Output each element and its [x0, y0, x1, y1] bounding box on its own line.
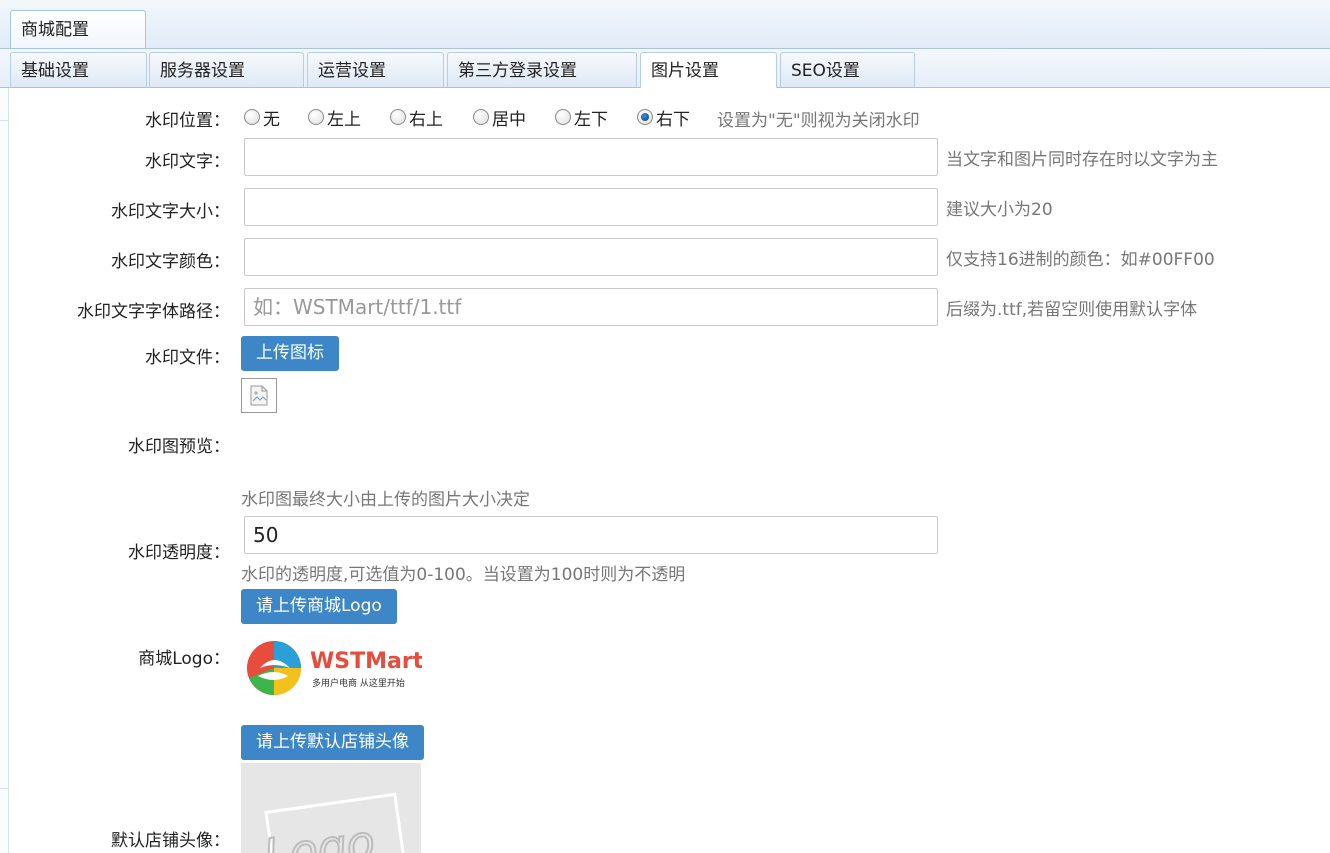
radio-circle-icon [390, 109, 406, 125]
radio-checked-icon [637, 109, 653, 125]
upload-default-avatar-button[interactable]: 请上传默认店铺头像 [241, 725, 424, 760]
settings-tab-bar: 基础设置 服务器设置 运营设置 第三方登录设置 图片设置 SEO设置 [0, 49, 1330, 88]
watermark-text-input[interactable] [244, 138, 938, 176]
radio-bottom-right[interactable]: 右下 [637, 106, 690, 130]
radio-circle-icon [308, 109, 324, 125]
radio-top-right[interactable]: 右上 [390, 106, 443, 130]
mall-logo-image: WSTMart 多用户电商 从这里开始 [244, 638, 424, 700]
tab-mall-config[interactable]: 商城配置 [10, 10, 146, 48]
watermark-position-hint: 设置为"无"则视为关闭水印 [717, 111, 920, 131]
watermark-text-color-hint: 仅支持16进制的颜色：如#00FF00 [946, 250, 1215, 270]
tab-basic-settings[interactable]: 基础设置 [10, 52, 147, 87]
radio-circle-icon [555, 109, 571, 125]
tab-operation-settings[interactable]: 运营设置 [307, 52, 444, 87]
watermark-text-hint: 当文字和图片同时存在时以文字为主 [946, 150, 1218, 170]
watermark-position-label: 水印位置： [145, 111, 230, 131]
left-edge-panel [0, 88, 9, 853]
watermark-preview-label: 水印图预览： [128, 437, 230, 457]
radio-circle-icon [244, 109, 260, 125]
watermark-text-label: 水印文字： [145, 152, 230, 172]
watermark-text-size-input[interactable] [244, 188, 938, 226]
upload-watermark-button[interactable]: 上传图标 [241, 336, 339, 371]
radio-bottom-left[interactable]: 左下 [555, 106, 608, 130]
watermark-opacity-hint: 水印的透明度,可选值为0-100。当设置为100时则为不透明 [241, 565, 686, 585]
tab-third-party-login[interactable]: 第三方登录设置 [447, 52, 637, 87]
watermark-opacity-label: 水印透明度： [128, 543, 230, 563]
outer-tab-bar: 商城配置 [0, 8, 1330, 49]
svg-text:WSTMart: WSTMart [310, 649, 422, 674]
watermark-text-size-hint: 建议大小为20 [946, 200, 1053, 220]
radio-circle-icon [473, 109, 489, 125]
tab-image-settings[interactable]: 图片设置 [640, 52, 777, 88]
radio-top-left[interactable]: 左上 [308, 106, 361, 130]
tab-server-settings[interactable]: 服务器设置 [149, 52, 304, 87]
watermark-font-path-hint: 后缀为.ttf,若留空则使用默认字体 [946, 300, 1198, 320]
default-shop-avatar-label: 默认店铺头像： [111, 831, 230, 851]
upload-mall-logo-button[interactable]: 请上传商城Logo [241, 589, 397, 624]
radio-none[interactable]: 无 [244, 106, 280, 130]
watermark-text-color-input[interactable] [244, 238, 938, 276]
radio-center[interactable]: 居中 [473, 106, 526, 130]
watermark-file-label: 水印文件： [145, 348, 230, 368]
tab-seo-settings[interactable]: SEO设置 [780, 52, 915, 87]
svg-text:多用户电商 从这里开始: 多用户电商 从这里开始 [312, 677, 405, 689]
watermark-opacity-input[interactable] [244, 516, 938, 554]
watermark-text-size-label: 水印文字大小： [111, 202, 230, 222]
wstmart-logo-icon: WSTMart 多用户电商 从这里开始 [247, 641, 424, 695]
mall-logo-label: 商城Logo： [138, 649, 230, 669]
default-shop-avatar-image: Logo [241, 763, 421, 853]
watermark-image-thumbnail [241, 378, 277, 413]
watermark-preview-hint: 水印图最终大小由上传的图片大小决定 [241, 490, 530, 510]
logo-placeholder-icon: Logo [241, 763, 421, 853]
watermark-font-path-label: 水印文字字体路径： [77, 302, 230, 322]
watermark-font-path-input[interactable] [244, 288, 938, 326]
watermark-text-color-label: 水印文字颜色： [111, 252, 230, 272]
broken-image-icon [250, 385, 268, 406]
